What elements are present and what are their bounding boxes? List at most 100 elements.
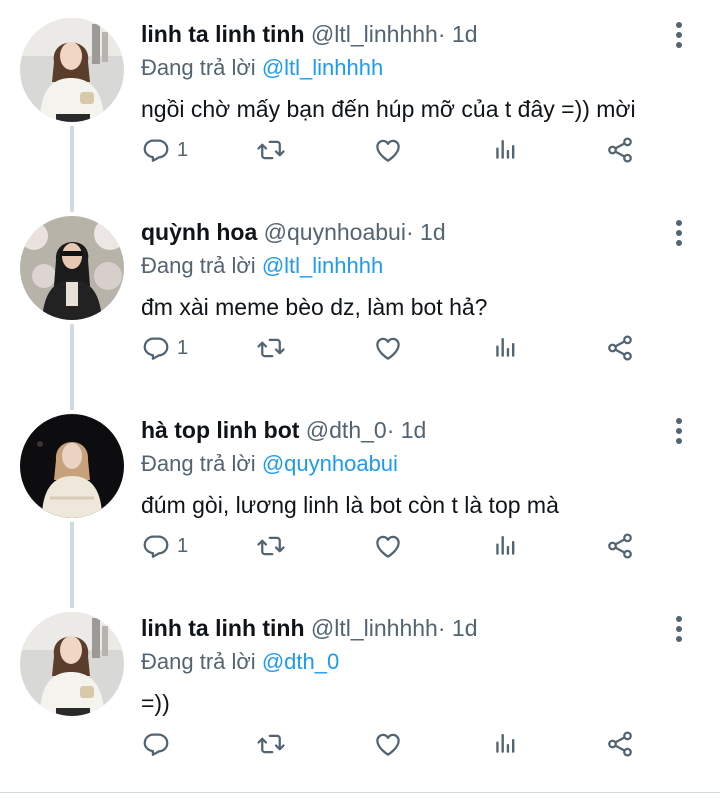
separator-dot: · [405, 219, 414, 245]
tweet-text: =)) [141, 690, 170, 716]
analytics-button[interactable] [490, 132, 520, 168]
bottom-divider [0, 792, 720, 793]
replying-to: Đang trả lời @ltl_linhhhh [141, 53, 383, 83]
timestamp[interactable]: 1d [452, 21, 478, 47]
like-button[interactable] [373, 528, 403, 564]
retweet-icon [256, 729, 286, 759]
user-handle[interactable]: @ltl_linhhhh [311, 21, 438, 47]
thread-line-bottom [70, 324, 74, 396]
action-bar: 1 [141, 528, 641, 564]
like-button[interactable] [373, 330, 403, 366]
tweet-header: linh ta linh tinh @ltl_linhhhh· 1d [141, 613, 478, 643]
analytics-button[interactable] [490, 330, 520, 366]
display-name[interactable]: hà top linh bot [141, 417, 299, 443]
analytics-icon [490, 333, 520, 363]
thread-line-top [70, 594, 74, 608]
retweet-icon [256, 531, 286, 561]
user-handle[interactable]: @ltl_linhhhh [311, 615, 438, 641]
share-button[interactable] [605, 726, 635, 762]
reply-button[interactable]: 1 [141, 528, 188, 564]
replying-to-mention[interactable]: @ltl_linhhhh [262, 253, 383, 278]
replying-to-label: Đang trả lời [141, 649, 256, 674]
retweet-button[interactable] [256, 726, 286, 762]
thread-line-top [70, 198, 74, 212]
action-bar: 1 [141, 132, 641, 168]
heart-icon [373, 729, 403, 759]
share-icon [605, 729, 635, 759]
more-vertical-icon[interactable] [668, 218, 690, 248]
heart-icon [373, 135, 403, 165]
replying-to-mention[interactable]: @dth_0 [262, 649, 339, 674]
reply-count: 1 [177, 138, 189, 161]
avatar[interactable] [20, 612, 124, 716]
tweet-text: ngồi chờ mấy bạn đến húp mỡ của t đây =)… [141, 96, 636, 122]
more-vertical-icon[interactable] [668, 416, 690, 446]
analytics-icon [490, 135, 520, 165]
replying-to-label: Đang trả lời [141, 253, 256, 278]
analytics-icon [490, 729, 520, 759]
display-name[interactable]: linh ta linh tinh [141, 615, 305, 641]
analytics-button[interactable] [490, 726, 520, 762]
display-name[interactable]: quỳnh hoa [141, 219, 257, 245]
replying-to: Đang trả lời @quynhoabui [141, 449, 398, 479]
tweet-header: quỳnh hoa @quynhoabui· 1d [141, 217, 446, 247]
replying-to-mention[interactable]: @quynhoabui [262, 451, 398, 476]
like-button[interactable] [373, 726, 403, 762]
avatar[interactable] [20, 414, 124, 518]
replying-to-label: Đang trả lời [141, 451, 256, 476]
retweet-icon [256, 135, 286, 165]
heart-icon [373, 333, 403, 363]
tweet[interactable]: linh ta linh tinh @ltl_linhhhh· 1d Đang t… [0, 594, 720, 792]
analytics-button[interactable] [490, 528, 520, 564]
display-name[interactable]: linh ta linh tinh [141, 21, 305, 47]
separator-dot: · [437, 615, 446, 641]
tweet[interactable]: linh ta linh tinh @ltl_linhhhh· 1d Đang t… [0, 0, 720, 198]
retweet-button[interactable] [256, 528, 286, 564]
avatar[interactable] [20, 216, 124, 320]
replying-to-mention[interactable]: @ltl_linhhhh [262, 55, 383, 80]
thread-line-top [70, 396, 74, 410]
share-icon [605, 333, 635, 363]
share-icon [605, 135, 635, 165]
separator-dot: · [437, 21, 446, 47]
avatar[interactable] [20, 18, 124, 122]
tweet-header: linh ta linh tinh @ltl_linhhhh· 1d [141, 19, 478, 49]
share-button[interactable] [605, 330, 635, 366]
reply-count: 1 [177, 534, 189, 557]
tweet-text: đúm gòi, lương linh là bot còn t là top … [141, 492, 559, 518]
replying-to: Đang trả lời @dth_0 [141, 647, 339, 677]
share-button[interactable] [605, 132, 635, 168]
reply-icon [141, 729, 171, 759]
more-vertical-icon[interactable] [668, 20, 690, 50]
action-bar: 1 [141, 330, 641, 366]
separator-dot: · [386, 417, 395, 443]
user-handle[interactable]: @quynhoabui [264, 219, 406, 245]
tweet-text: đm xài meme bèo dz, làm bot hả? [141, 294, 488, 320]
retweet-button[interactable] [256, 132, 286, 168]
analytics-icon [490, 531, 520, 561]
thread-line-bottom [70, 126, 74, 198]
timestamp[interactable]: 1d [401, 417, 427, 443]
replying-to: Đang trả lời @ltl_linhhhh [141, 251, 383, 281]
replying-to-label: Đang trả lời [141, 55, 256, 80]
reply-icon [141, 333, 171, 363]
reply-button[interactable]: 1 [141, 132, 188, 168]
timestamp[interactable]: 1d [452, 615, 478, 641]
more-vertical-icon[interactable] [668, 614, 690, 644]
like-button[interactable] [373, 132, 403, 168]
tweet[interactable]: quỳnh hoa @quynhoabui· 1d Đang trả lời @l… [0, 198, 720, 396]
reply-icon [141, 531, 171, 561]
reply-button[interactable] [141, 726, 177, 762]
retweet-icon [256, 333, 286, 363]
heart-icon [373, 531, 403, 561]
reply-button[interactable]: 1 [141, 330, 188, 366]
retweet-button[interactable] [256, 330, 286, 366]
tweet[interactable]: hà top linh bot @dth_0· 1d Đang trả lời @… [0, 396, 720, 594]
thread-line-bottom [70, 522, 74, 594]
tweet-header: hà top linh bot @dth_0· 1d [141, 415, 426, 445]
share-icon [605, 531, 635, 561]
share-button[interactable] [605, 528, 635, 564]
reply-count: 1 [177, 336, 189, 359]
user-handle[interactable]: @dth_0 [306, 417, 387, 443]
timestamp[interactable]: 1d [420, 219, 446, 245]
